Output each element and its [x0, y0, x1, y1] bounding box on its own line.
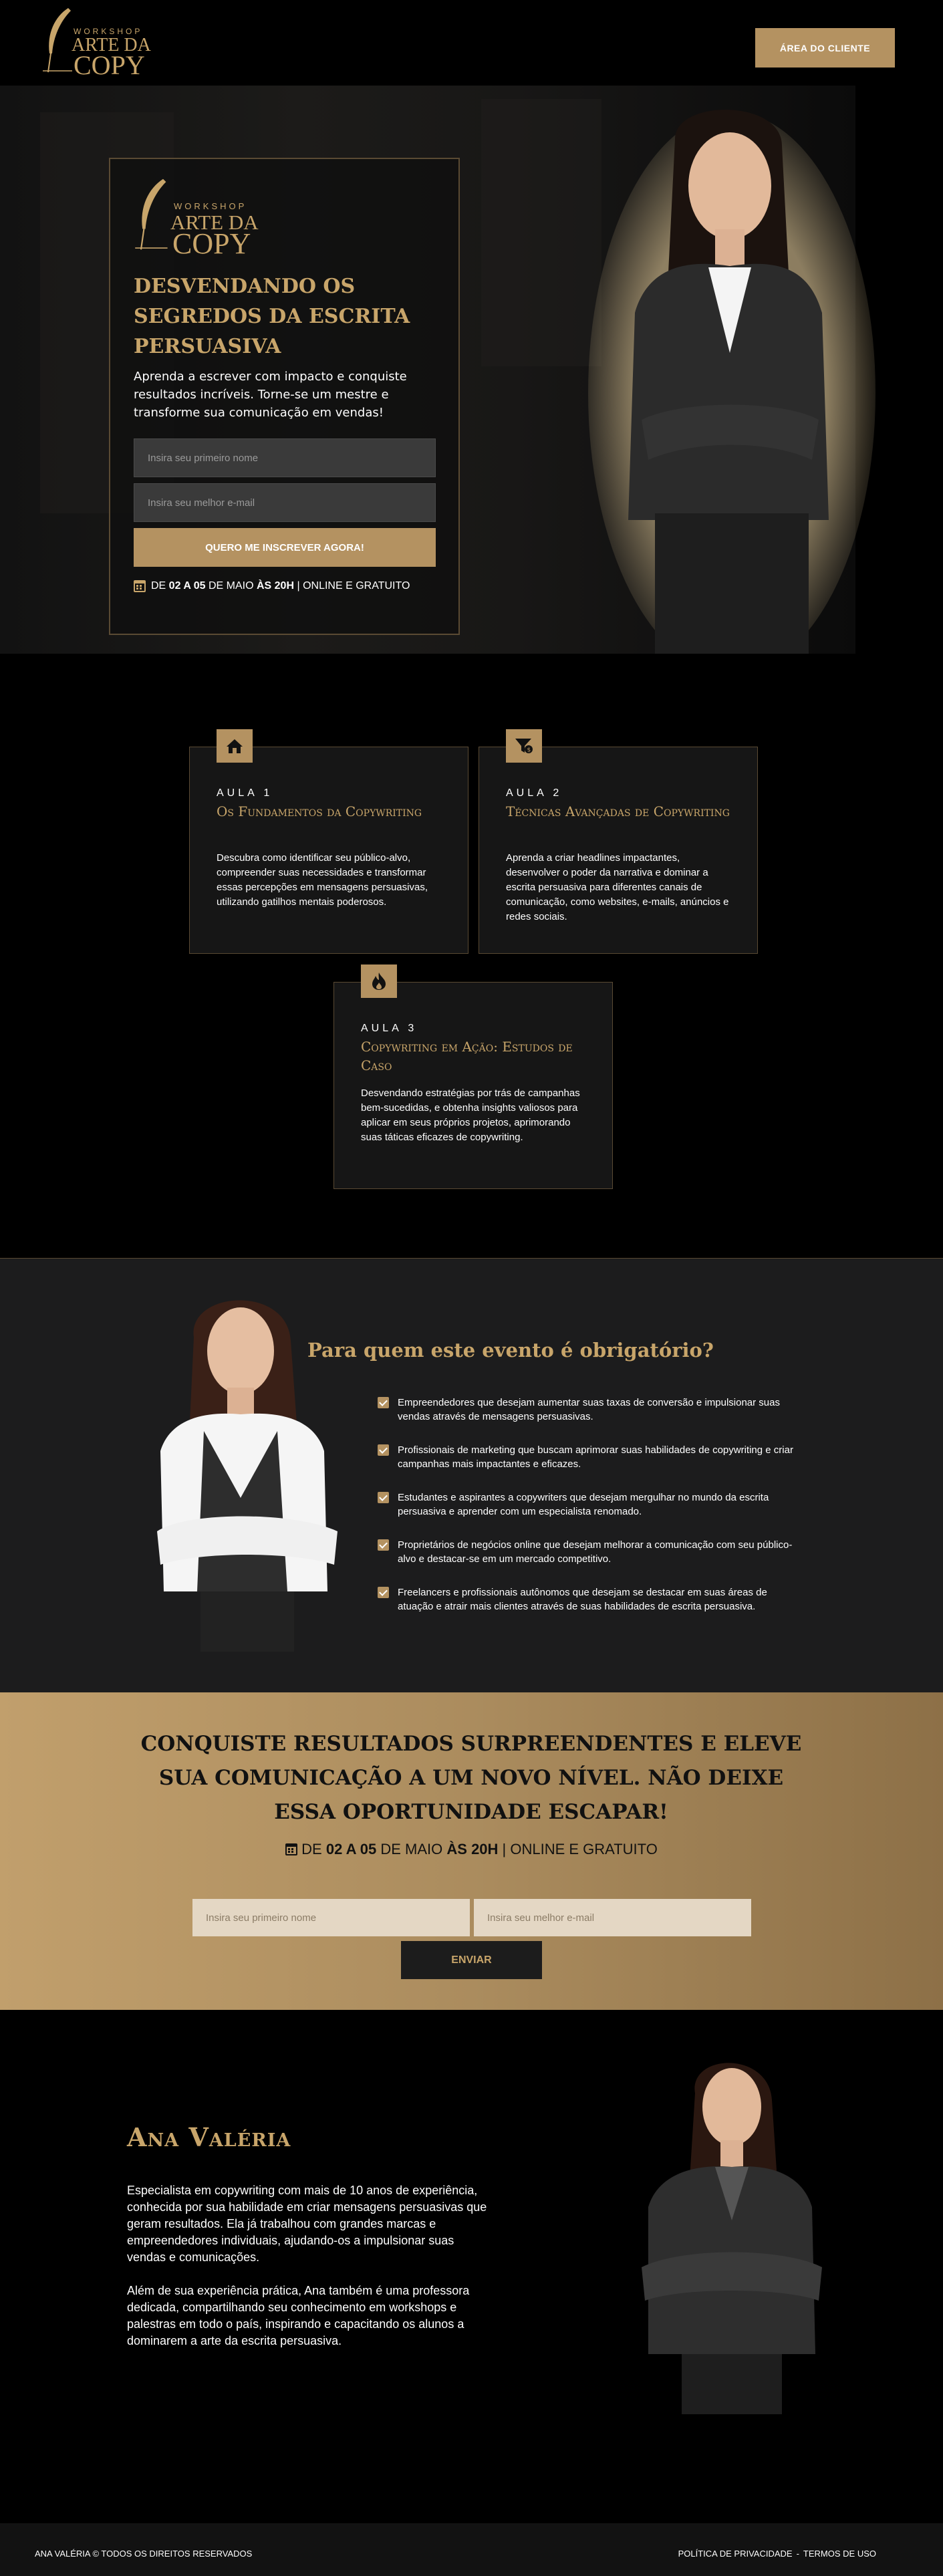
audience-item: Empreendedores que desejam aumentar suas… [378, 1396, 805, 1443]
audience-item: Profissionais de marketing que buscam ap… [378, 1443, 805, 1491]
hero-section: WORKSHOP ARTE DA COPY DESVENDANDO OS SEG… [0, 86, 943, 654]
lesson-number: AULA 2 [506, 787, 563, 799]
logo-workshop: WORKSHOP [174, 201, 247, 211]
cta-section: CONQUISTE RESULTADOS SURPREENDENTES E EL… [0, 1692, 943, 2010]
lesson-card-2: $ AULA 2 Técnicas Avançadas de Copywriti… [479, 729, 758, 954]
site-header: WORKSHOP ARTE DA COPY ÁREA DO CLIENTE [0, 0, 943, 86]
date-post: | ONLINE E GRATUITO [498, 1841, 658, 1857]
audience-title: Para quem este evento é obrigatório? [307, 1339, 714, 1362]
signup-card: WORKSHOP ARTE DA COPY DESVENDANDO OS SEG… [109, 158, 460, 635]
date-days: 02 A 05 [168, 580, 206, 592]
copyright-text: ANA VALÉRIA © TODOS OS DIREITOS RESERVAD… [35, 2549, 253, 2559]
about-paragraph-2: Além de sua experiência prática, Ana tam… [127, 2284, 470, 2347]
lesson-title: Os Fundamentos da Copywriting [217, 803, 422, 819]
cta-first-name-input[interactable] [192, 1899, 470, 1936]
lesson-description: Descubra como identificar seu público-al… [217, 852, 428, 908]
logo-line2: COPY [172, 227, 251, 260]
date-time: ÀS 20H [256, 580, 295, 592]
lesson-description: Aprenda a criar headlines impactantes, d… [506, 852, 729, 922]
date-pre: DE [151, 580, 169, 592]
client-area-button[interactable]: ÁREA DO CLIENTE [755, 28, 895, 68]
quill-icon [135, 178, 168, 250]
event-date: DE 02 A 05 DE MAIO ÀS 20H | ONLINE E GRA… [134, 580, 410, 592]
quill-icon [43, 8, 72, 73]
audience-section: Para quem este evento é obrigatório? Emp… [0, 1258, 943, 1692]
first-name-input[interactable] [134, 438, 436, 477]
audience-item: Freelancers e profissionais autônomos qu… [378, 1585, 805, 1633]
check-icon [378, 1587, 389, 1598]
lesson-card-3: AULA 3 Copywriting em Ação: Estudos de C… [333, 964, 613, 1189]
date-pre: DE [301, 1841, 326, 1857]
audience-item-text: Proprietários de negócios online que des… [398, 1539, 793, 1565]
date-days: 02 A 05 [325, 1841, 377, 1857]
about-paragraph-1: Especialista em copywriting com mais de … [127, 2184, 487, 2264]
check-icon [378, 1492, 389, 1503]
audience-item: Proprietários de negócios online que des… [378, 1538, 805, 1585]
lesson-icon-box: $ [506, 729, 542, 763]
date-post: | ONLINE E GRATUITO [294, 580, 410, 592]
cta-title: CONQUISTE RESULTADOS SURPREENDENTES E EL… [140, 1732, 802, 1824]
audience-item-text: Empreendedores que desejam aumentar suas… [398, 1397, 780, 1422]
fire-icon [372, 973, 386, 990]
audience-item-text: Freelancers e profissionais autônomos qu… [398, 1587, 767, 1612]
check-icon [378, 1539, 389, 1551]
calendar-icon [134, 580, 146, 592]
lesson-title: Técnicas Avançadas de Copywriting [506, 803, 730, 819]
email-input[interactable] [134, 483, 436, 522]
lesson-icon-box [217, 729, 253, 763]
lesson-number: AULA 1 [217, 787, 273, 799]
date-mid: DE MAIO [205, 580, 257, 592]
cta-email-input[interactable] [474, 1899, 751, 1936]
send-button[interactable]: ENVIAR [401, 1941, 542, 1979]
date-time: ÀS 20H [446, 1841, 499, 1857]
check-icon [378, 1397, 389, 1408]
check-icon [378, 1444, 389, 1456]
logo-line2: COPY [74, 50, 145, 80]
funnel-dollar-icon: $ [515, 739, 533, 754]
hero-subtitle: Aprenda a escrever com impacto e conquis… [134, 370, 407, 420]
presenter-photo-standing [642, 2063, 822, 2414]
cta-event-date: DE 02 A 05 DE MAIO ÀS 20H | ONLINE E GRA… [0, 1841, 943, 1858]
lesson-card-1: AULA 1 Os Fundamentos da Copywriting Des… [189, 729, 468, 954]
home-icon [227, 739, 243, 753]
card-logo: WORKSHOP ARTE DA COPY [134, 176, 267, 263]
presenter-photo-arms-crossed [157, 1300, 338, 1652]
presenter-name: Ana Valéria [127, 2122, 291, 2152]
svg-text:$: $ [527, 747, 531, 754]
presenter-photo [588, 110, 875, 654]
about-section: Ana Valéria Especialista em copywriting … [0, 2010, 943, 2523]
lesson-number: AULA 3 [361, 1023, 418, 1034]
terms-of-use-link[interactable]: TERMOS DE USO [803, 2549, 876, 2559]
site-footer: ANA VALÉRIA © TODOS OS DIREITOS RESERVAD… [0, 2523, 943, 2576]
audience-item-text: Estudantes e aspirantes a copywriters qu… [398, 1492, 769, 1517]
calendar-icon [285, 1843, 298, 1855]
date-mid: DE MAIO [376, 1841, 447, 1857]
lesson-icon-box [361, 964, 397, 998]
audience-list: Empreendedores que desejam aumentar suas… [378, 1396, 805, 1633]
privacy-policy-link[interactable]: POLÍTICA DE PRIVACIDADE [678, 2549, 793, 2559]
audience-item: Estudantes e aspirantes a copywriters qu… [378, 1491, 805, 1538]
audience-item-text: Profissionais de marketing que buscam ap… [398, 1444, 793, 1470]
lesson-title: Copywriting em Ação: Estudos de Caso [361, 1039, 573, 1073]
hero-title: DESVENDANDO OS SEGREDOS DA ESCRITA PERSU… [134, 275, 410, 358]
header-logo[interactable]: WORKSHOP ARTE DA COPY [41, 7, 162, 80]
footer-separator: - [796, 2549, 799, 2559]
subscribe-button[interactable]: QUERO ME INSCREVER AGORA! [134, 528, 436, 567]
lesson-description: Desvendando estratégias por trás de camp… [361, 1087, 580, 1143]
footer-links: POLÍTICA DE PRIVACIDADE - TERMOS DE USO [678, 2549, 876, 2559]
